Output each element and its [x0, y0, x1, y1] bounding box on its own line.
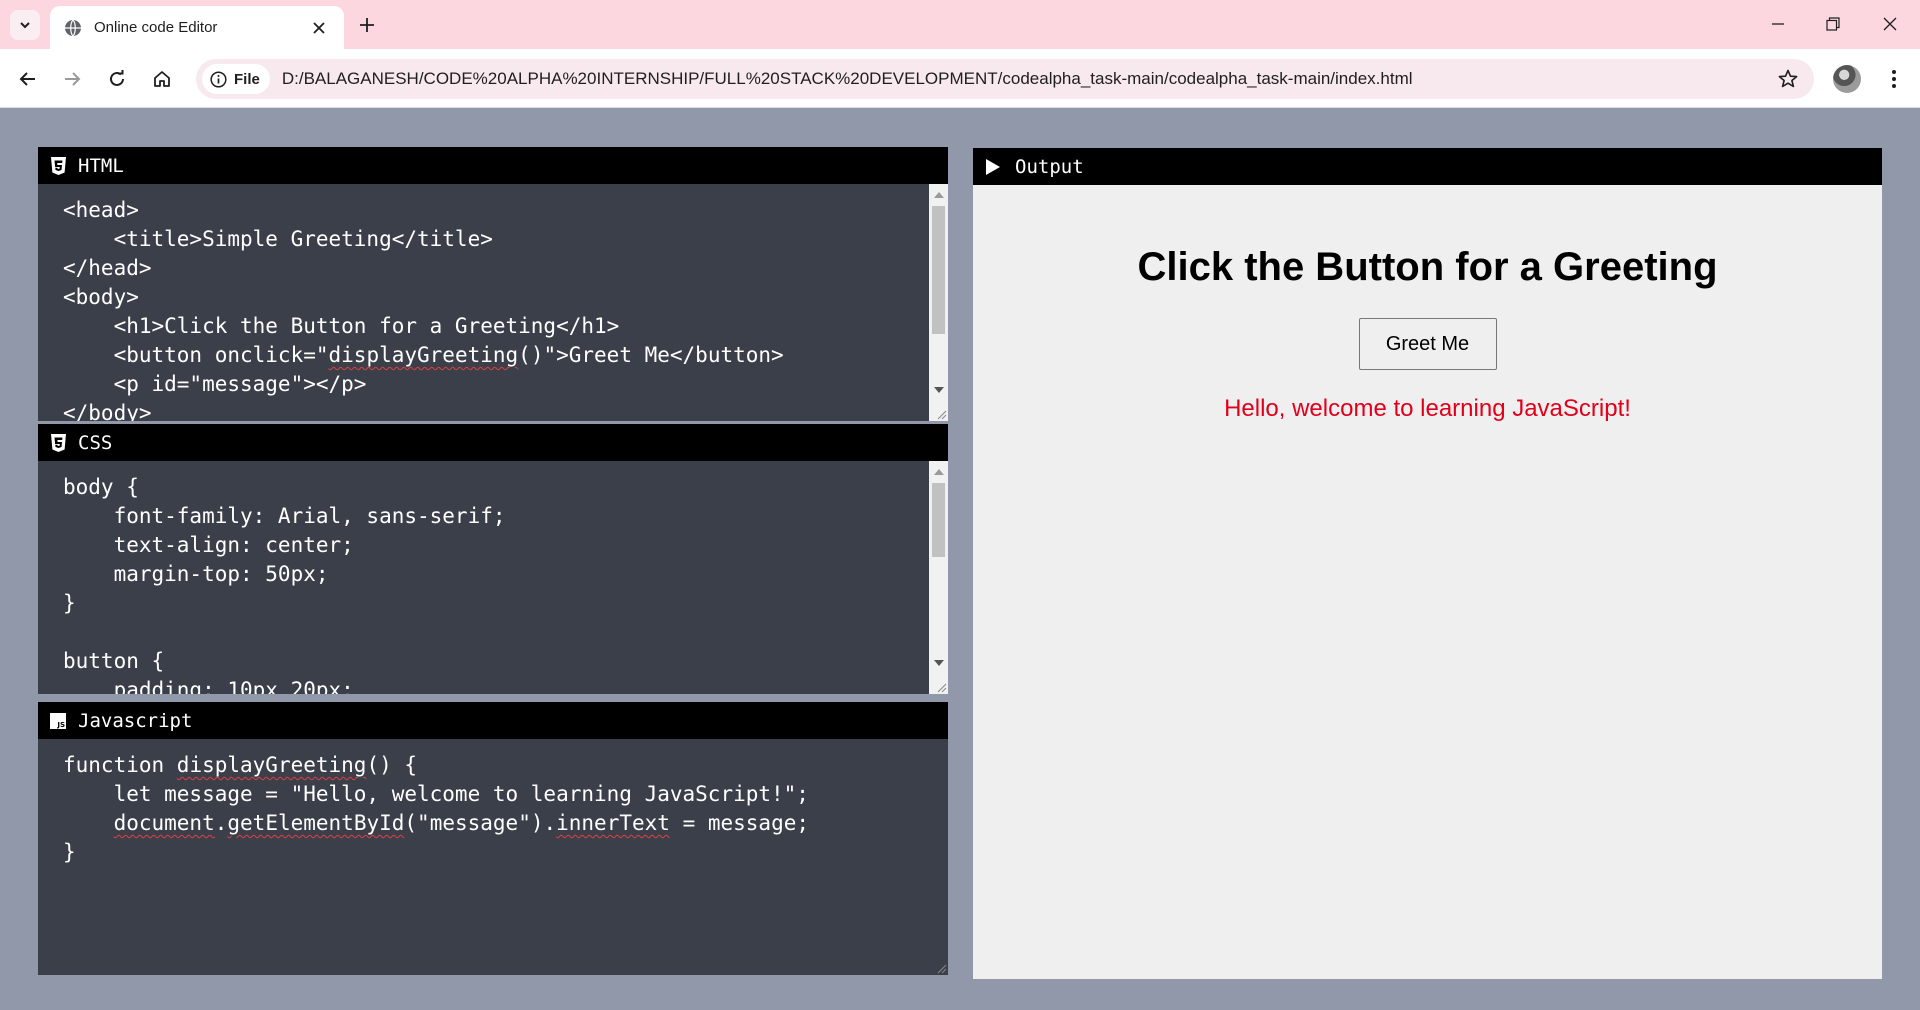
css-panel: CSS body { font-family: Arial, sans-seri…: [38, 424, 948, 694]
tab-title: Online code Editor: [94, 19, 218, 36]
html-scrollbar[interactable]: [929, 184, 948, 421]
back-button[interactable]: [12, 63, 44, 95]
code-line: let message = "Hello, welcome to learnin…: [63, 782, 809, 806]
home-icon: [154, 71, 170, 87]
greeting-message: Hello, welcome to learning JavaScript!: [1224, 395, 1631, 422]
browser-tab[interactable]: Online code Editor: [50, 6, 344, 49]
scrollbar-thumb[interactable]: [932, 483, 945, 557]
close-window-button[interactable]: [1870, 8, 1910, 40]
svg-text:JS: JS: [56, 720, 65, 729]
html-panel-header: HTML: [38, 147, 948, 184]
home-button[interactable]: [146, 63, 178, 95]
css-panel-title: CSS: [78, 431, 113, 454]
output-heading: Click the Button for a Greeting: [1137, 245, 1718, 289]
star-icon: [1778, 69, 1798, 88]
resize-handle-icon[interactable]: [935, 408, 947, 420]
html-panel-title: HTML: [78, 154, 124, 177]
scroll-down-arrow-icon[interactable]: [934, 660, 944, 666]
resize-handle-icon[interactable]: [935, 681, 947, 693]
code-line: <p id="message"></p>: [63, 372, 367, 396]
address-bar[interactable]: File D:/BALAGANESH/CODE%20ALPHA%20INTERN…: [196, 59, 1814, 99]
js-panel: JS Javascript function displayGreeting()…: [38, 702, 948, 975]
css-code-editor[interactable]: body { font-family: Arial, sans-serif; t…: [38, 461, 948, 694]
code-line: </head>: [63, 256, 152, 280]
css3-icon: [50, 433, 66, 452]
output-panel: Output Click the Button for a Greeting G…: [973, 148, 1882, 979]
restore-icon: [1826, 17, 1840, 31]
code-line: padding: 10px 20px;: [63, 678, 354, 694]
tab-strip: Online code Editor: [0, 0, 1920, 49]
scroll-up-arrow-icon[interactable]: [934, 192, 944, 198]
info-icon: [210, 70, 227, 88]
html-code: <head> <title>Simple Greeting</title> </…: [38, 184, 948, 421]
js-panel-header: JS Javascript: [38, 702, 948, 739]
scroll-up-arrow-icon[interactable]: [934, 469, 944, 475]
greet-me-button[interactable]: Greet Me: [1358, 318, 1497, 370]
reload-button[interactable]: [101, 63, 133, 95]
new-tab-button[interactable]: [352, 10, 382, 40]
code-line: text-align: center;: [63, 533, 354, 557]
code-line: <body>: [63, 285, 139, 309]
html-panel: HTML <head> <title>Simple Greeting</titl…: [38, 147, 948, 421]
code-line: <button onclick="displayGreeting()">Gree…: [63, 343, 784, 367]
browser-toolbar: File D:/BALAGANESH/CODE%20ALPHA%20INTERN…: [0, 49, 1920, 108]
html5-icon: [50, 156, 66, 175]
plus-icon: [360, 18, 374, 32]
code-line: document.getElementById("message").inner…: [113, 811, 809, 835]
minimize-icon: [1772, 23, 1784, 25]
scroll-down-arrow-icon[interactable]: [934, 387, 944, 393]
js-code-editor[interactable]: function displayGreeting() { let message…: [38, 739, 948, 975]
output-panel-title: Output: [1015, 155, 1084, 178]
bookmark-button[interactable]: [1770, 61, 1806, 97]
code-line: margin-top: 50px;: [63, 562, 329, 586]
tab-close-button[interactable]: [308, 17, 330, 39]
code-line: <title>Simple Greeting</title>: [63, 227, 493, 251]
resize-handle-icon[interactable]: [935, 962, 947, 974]
browser-menu-button[interactable]: [1878, 63, 1910, 95]
close-icon: [1883, 17, 1897, 31]
code-line: }: [63, 591, 76, 615]
forward-button[interactable]: [56, 63, 88, 95]
profile-avatar[interactable]: [1833, 65, 1861, 93]
back-arrow-icon: [19, 72, 35, 86]
chevron-down-icon: [20, 22, 30, 29]
restore-button[interactable]: [1813, 8, 1853, 40]
css-panel-header: CSS: [38, 424, 948, 461]
code-line: }: [63, 840, 76, 864]
file-chip-label: File: [234, 70, 260, 88]
js-icon: JS: [50, 712, 66, 730]
site-info-chip[interactable]: File: [202, 64, 270, 94]
code-line: <h1>Click the Button for a Greeting</h1>: [63, 314, 620, 338]
scrollbar-thumb[interactable]: [932, 206, 945, 334]
js-code: function displayGreeting() { let message…: [38, 739, 948, 867]
url-text[interactable]: D:/BALAGANESH/CODE%20ALPHA%20INTERNSHIP/…: [282, 69, 1770, 89]
reload-icon: [110, 70, 124, 86]
more-vertical-icon: [1892, 70, 1896, 88]
js-panel-title: Javascript: [78, 709, 193, 732]
code-line: <head>: [63, 198, 139, 222]
close-icon: [313, 21, 325, 34]
play-icon: [985, 158, 1003, 176]
globe-icon: [64, 19, 82, 37]
css-code: body { font-family: Arial, sans-serif; t…: [38, 461, 948, 694]
tab-search-button[interactable]: [10, 10, 40, 40]
output-preview: Click the Button for a Greeting Greet Me…: [973, 185, 1882, 979]
code-line: function displayGreeting() {: [63, 753, 418, 777]
code-line: </body>: [63, 401, 152, 421]
forward-arrow-icon: [65, 72, 81, 86]
code-line: font-family: Arial, sans-serif;: [63, 504, 506, 528]
css-scrollbar[interactable]: [929, 461, 948, 694]
html-code-editor[interactable]: <head> <title>Simple Greeting</title> </…: [38, 184, 948, 421]
code-line: body {: [63, 475, 139, 499]
output-panel-header: Output: [973, 148, 1882, 185]
code-line: button {: [63, 649, 165, 673]
minimize-button[interactable]: [1758, 8, 1798, 40]
